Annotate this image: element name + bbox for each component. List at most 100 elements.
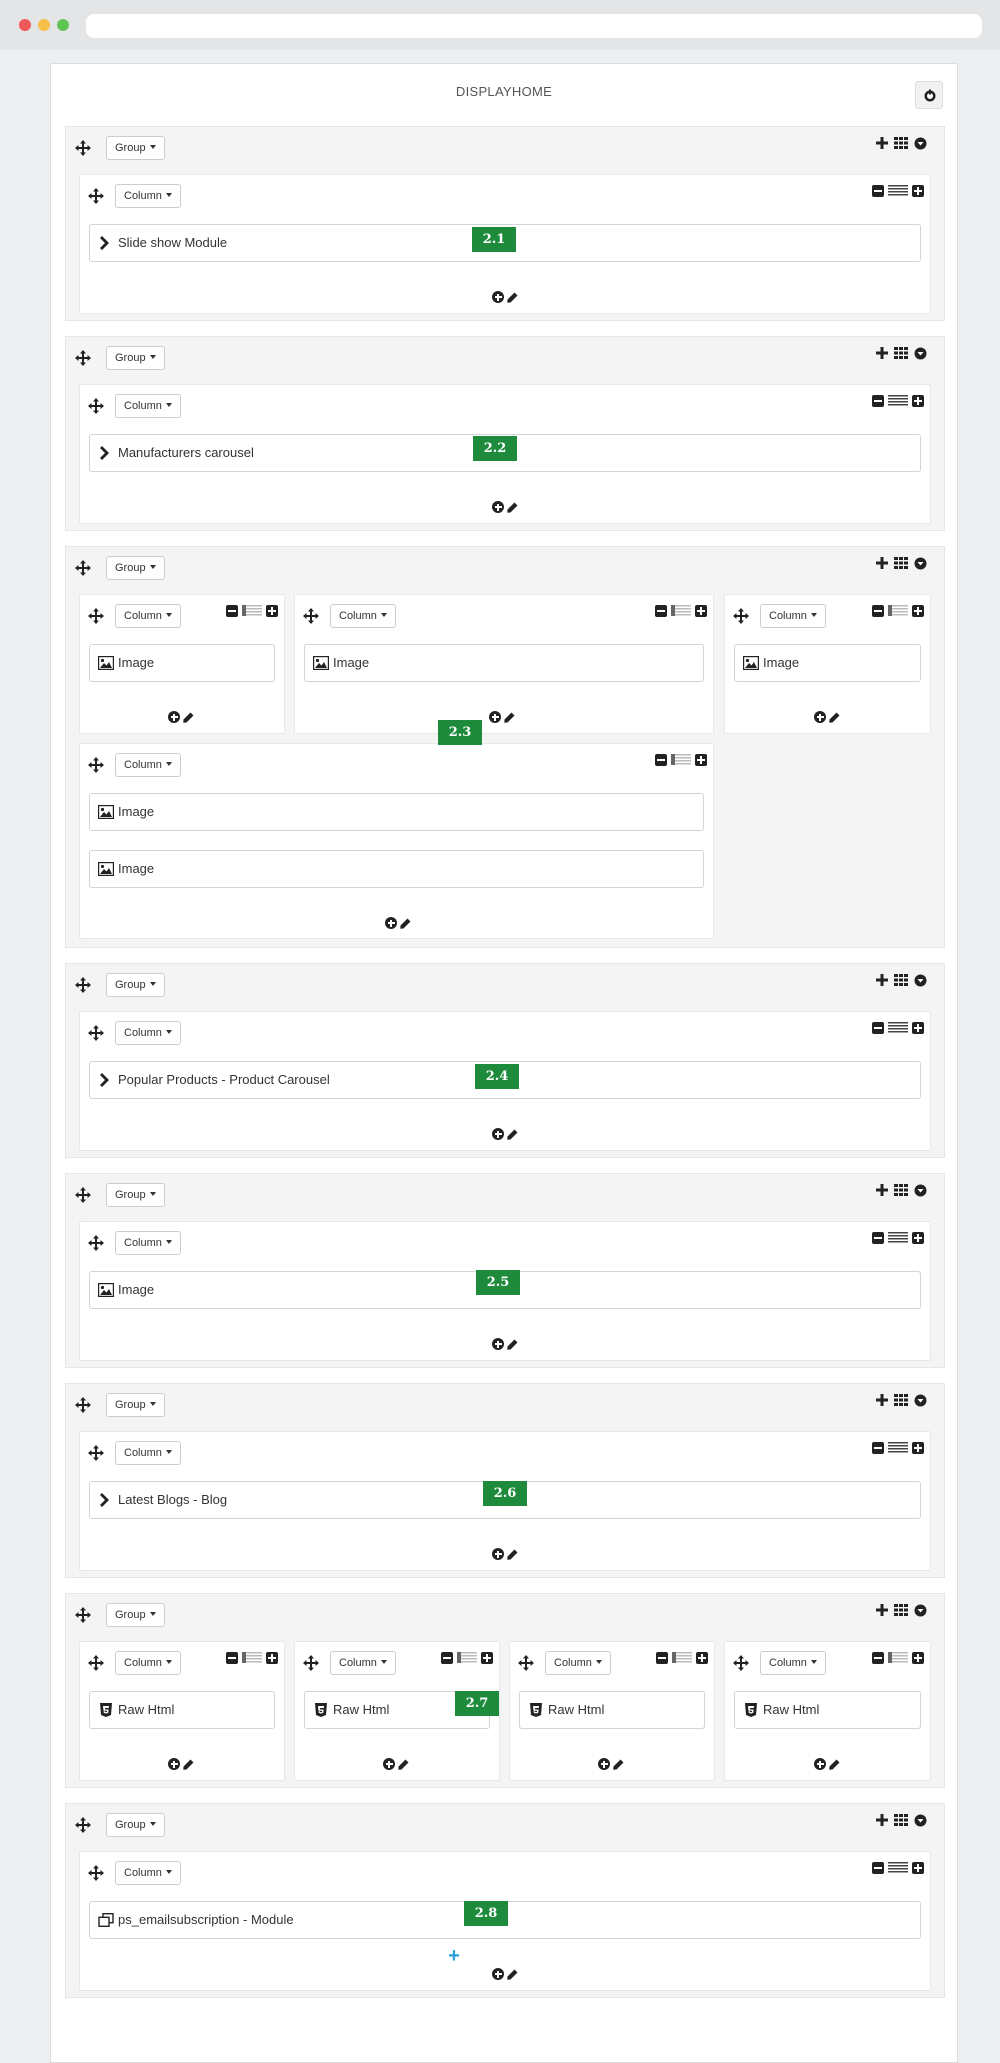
toggle-circle-icon[interactable]: [914, 1394, 927, 1407]
expand-column-icon[interactable]: [266, 604, 278, 617]
shrink-column-icon[interactable]: [872, 604, 884, 617]
module-item[interactable]: Raw Html: [734, 1691, 921, 1729]
add-module-icon[interactable]: [492, 501, 504, 513]
group-dropdown[interactable]: Group: [106, 1603, 165, 1627]
chevron-right-icon[interactable]: [98, 1073, 114, 1087]
column-dropdown[interactable]: Column: [760, 604, 826, 628]
column-dropdown[interactable]: Column: [115, 394, 181, 418]
expand-column-icon[interactable]: [912, 394, 924, 407]
shrink-column-icon[interactable]: [872, 1651, 884, 1664]
pencil-icon[interactable]: [398, 1759, 409, 1770]
grid-icon[interactable]: [894, 1184, 908, 1196]
move-handle-icon[interactable]: [75, 1817, 91, 1833]
toggle-circle-icon[interactable]: [914, 974, 927, 987]
pencil-icon[interactable]: [183, 1759, 194, 1770]
pencil-icon[interactable]: [183, 712, 194, 723]
move-handle-icon[interactable]: [75, 140, 91, 156]
grid-icon[interactable]: [894, 974, 908, 986]
shrink-column-icon[interactable]: [872, 1861, 884, 1874]
pencil-icon[interactable]: [507, 292, 518, 303]
add-module-icon[interactable]: [168, 1758, 180, 1770]
group-dropdown[interactable]: Group: [106, 346, 165, 370]
group-dropdown[interactable]: Group: [106, 136, 165, 160]
minimize-dot[interactable]: [38, 19, 50, 31]
grid-icon[interactable]: [894, 1394, 908, 1406]
module-item[interactable]: Image: [89, 644, 275, 682]
chevron-right-icon[interactable]: [98, 446, 114, 460]
grid-icon[interactable]: [894, 1604, 908, 1616]
column-dropdown[interactable]: Column: [760, 1651, 826, 1675]
move-handle-icon[interactable]: [75, 977, 91, 993]
move-handle-icon[interactable]: [88, 1235, 104, 1251]
move-handle-icon[interactable]: [75, 1187, 91, 1203]
add-group-button[interactable]: +: [445, 1946, 463, 1966]
add-column-icon[interactable]: [876, 347, 888, 359]
grid-icon[interactable]: [894, 1814, 908, 1826]
pencil-icon[interactable]: [400, 918, 411, 929]
toggle-circle-icon[interactable]: [914, 137, 927, 150]
add-module-icon[interactable]: [385, 917, 397, 929]
pencil-icon[interactable]: [829, 712, 840, 723]
add-module-icon[interactable]: [492, 1968, 504, 1980]
pencil-icon[interactable]: [829, 1759, 840, 1770]
shrink-column-icon[interactable]: [441, 1651, 453, 1664]
expand-column-icon[interactable]: [695, 753, 707, 766]
shrink-column-icon[interactable]: [872, 1441, 884, 1454]
move-handle-icon[interactable]: [75, 350, 91, 366]
add-column-icon[interactable]: [876, 1394, 888, 1406]
column-dropdown[interactable]: Column: [115, 1651, 181, 1675]
move-handle-icon[interactable]: [75, 1607, 91, 1623]
column-dropdown[interactable]: Column: [115, 1021, 181, 1045]
shrink-column-icon[interactable]: [226, 1651, 238, 1664]
grid-icon[interactable]: [894, 137, 908, 149]
toggle-circle-icon[interactable]: [914, 1184, 927, 1197]
grid-icon[interactable]: [894, 557, 908, 569]
add-column-icon[interactable]: [876, 1814, 888, 1826]
column-width-icon[interactable]: [457, 1652, 477, 1663]
expand-column-icon[interactable]: [912, 1021, 924, 1034]
shrink-column-icon[interactable]: [872, 394, 884, 407]
expand-column-icon[interactable]: [912, 604, 924, 617]
move-handle-icon[interactable]: [733, 1655, 749, 1671]
expand-column-icon[interactable]: [912, 184, 924, 197]
move-handle-icon[interactable]: [518, 1655, 534, 1671]
move-handle-icon[interactable]: [88, 1025, 104, 1041]
move-handle-icon[interactable]: [75, 560, 91, 576]
move-handle-icon[interactable]: [88, 757, 104, 773]
address-bar[interactable]: [86, 14, 982, 38]
add-column-icon[interactable]: [876, 974, 888, 986]
group-dropdown[interactable]: Group: [106, 1393, 165, 1417]
add-module-icon[interactable]: [492, 291, 504, 303]
move-handle-icon[interactable]: [303, 608, 319, 624]
toggle-circle-icon[interactable]: [914, 1814, 927, 1827]
column-width-icon[interactable]: [888, 1232, 908, 1243]
move-handle-icon[interactable]: [88, 608, 104, 624]
expand-column-icon[interactable]: [481, 1651, 493, 1664]
column-width-icon[interactable]: [888, 1442, 908, 1453]
expand-column-icon[interactable]: [912, 1651, 924, 1664]
add-module-icon[interactable]: [492, 1548, 504, 1560]
column-width-icon[interactable]: [888, 1022, 908, 1033]
shrink-column-icon[interactable]: [872, 184, 884, 197]
add-module-icon[interactable]: [814, 711, 826, 723]
add-module-icon[interactable]: [492, 1128, 504, 1140]
column-width-icon[interactable]: [888, 1862, 908, 1873]
module-item[interactable]: Raw Html: [519, 1691, 705, 1729]
module-item[interactable]: Image: [89, 793, 704, 831]
add-column-icon[interactable]: [876, 1184, 888, 1196]
column-width-icon[interactable]: [242, 1652, 262, 1663]
grid-icon[interactable]: [894, 347, 908, 359]
column-width-icon[interactable]: [242, 605, 262, 616]
module-item[interactable]: Image: [89, 850, 704, 888]
move-handle-icon[interactable]: [88, 188, 104, 204]
pencil-icon[interactable]: [507, 1969, 518, 1980]
move-handle-icon[interactable]: [733, 608, 749, 624]
pencil-icon[interactable]: [507, 1549, 518, 1560]
column-width-icon[interactable]: [888, 605, 908, 616]
pencil-icon[interactable]: [507, 502, 518, 513]
chevron-right-icon[interactable]: [98, 236, 114, 250]
expand-column-icon[interactable]: [696, 1651, 708, 1664]
toggle-circle-icon[interactable]: [914, 1604, 927, 1617]
add-module-icon[interactable]: [492, 1338, 504, 1350]
column-width-icon[interactable]: [888, 1652, 908, 1663]
